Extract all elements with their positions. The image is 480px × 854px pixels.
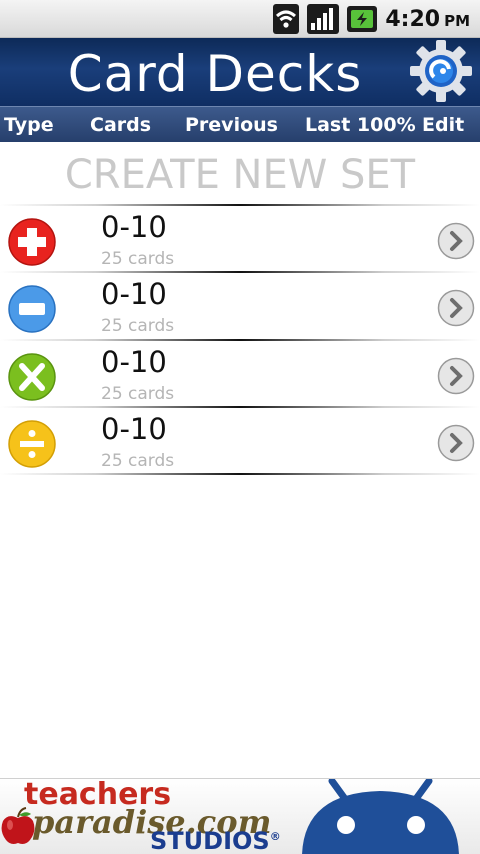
deck-row-addition[interactable]: 0-10 25 cards [0,206,480,272]
apple-icon [1,807,35,844]
ad-text-studios: STUDIOS® [150,827,281,854]
ad-text-studios-label: STUDIOS [150,827,270,854]
divider [0,473,480,475]
chevron-right-icon[interactable] [437,222,475,260]
deck-card-count: 25 cards [101,249,175,269]
ad-registered-mark: ® [269,830,281,843]
deck-row-multiplication[interactable]: 0-10 25 cards [0,341,480,407]
plus-icon [8,218,56,266]
column-type[interactable]: Type [4,107,54,143]
deck-row-division[interactable]: 0-10 25 cards [0,408,480,474]
deck-name: 0-10 [101,277,167,311]
deck-card-count: 25 cards [101,451,175,471]
minus-icon [8,285,56,333]
title-bar: Card Decks [0,38,480,106]
clock-time: 4:20 [385,6,441,32]
clock: 4:20 PM [385,7,470,32]
deck-row-subtraction[interactable]: 0-10 25 cards [0,273,480,339]
ad-banner[interactable]: teachers paradise.com STUDIOS® [0,778,480,854]
deck-name: 0-10 [101,345,167,379]
column-previous[interactable]: Previous [185,107,278,143]
deck-name: 0-10 [101,210,167,244]
chevron-right-icon[interactable] [437,289,475,327]
times-icon [8,353,56,401]
deck-card-count: 25 cards [101,316,175,336]
battery-charging-icon [347,6,378,32]
column-cards[interactable]: Cards [90,107,151,143]
column-edit[interactable]: Edit [422,107,464,143]
page-title: Card Decks [67,45,363,103]
deck-card-count: 25 cards [101,384,175,404]
android-robot-icon [302,779,459,854]
deck-name: 0-10 [101,412,167,446]
column-last-100[interactable]: Last 100% [305,107,416,143]
signal-icon [307,4,340,34]
wifi-icon [273,4,300,34]
chevron-right-icon[interactable] [437,424,475,462]
create-new-set-button[interactable]: CREATE NEW SET [0,142,480,206]
chevron-right-icon[interactable] [437,357,475,395]
clock-ampm: PM [444,11,470,30]
status-bar: 4:20 PM [0,0,480,38]
divide-icon [8,420,56,468]
column-header-bar: Type Cards Previous Last 100% Edit [0,106,480,142]
gear-icon[interactable] [408,38,474,104]
status-icons: 4:20 PM [273,4,470,34]
